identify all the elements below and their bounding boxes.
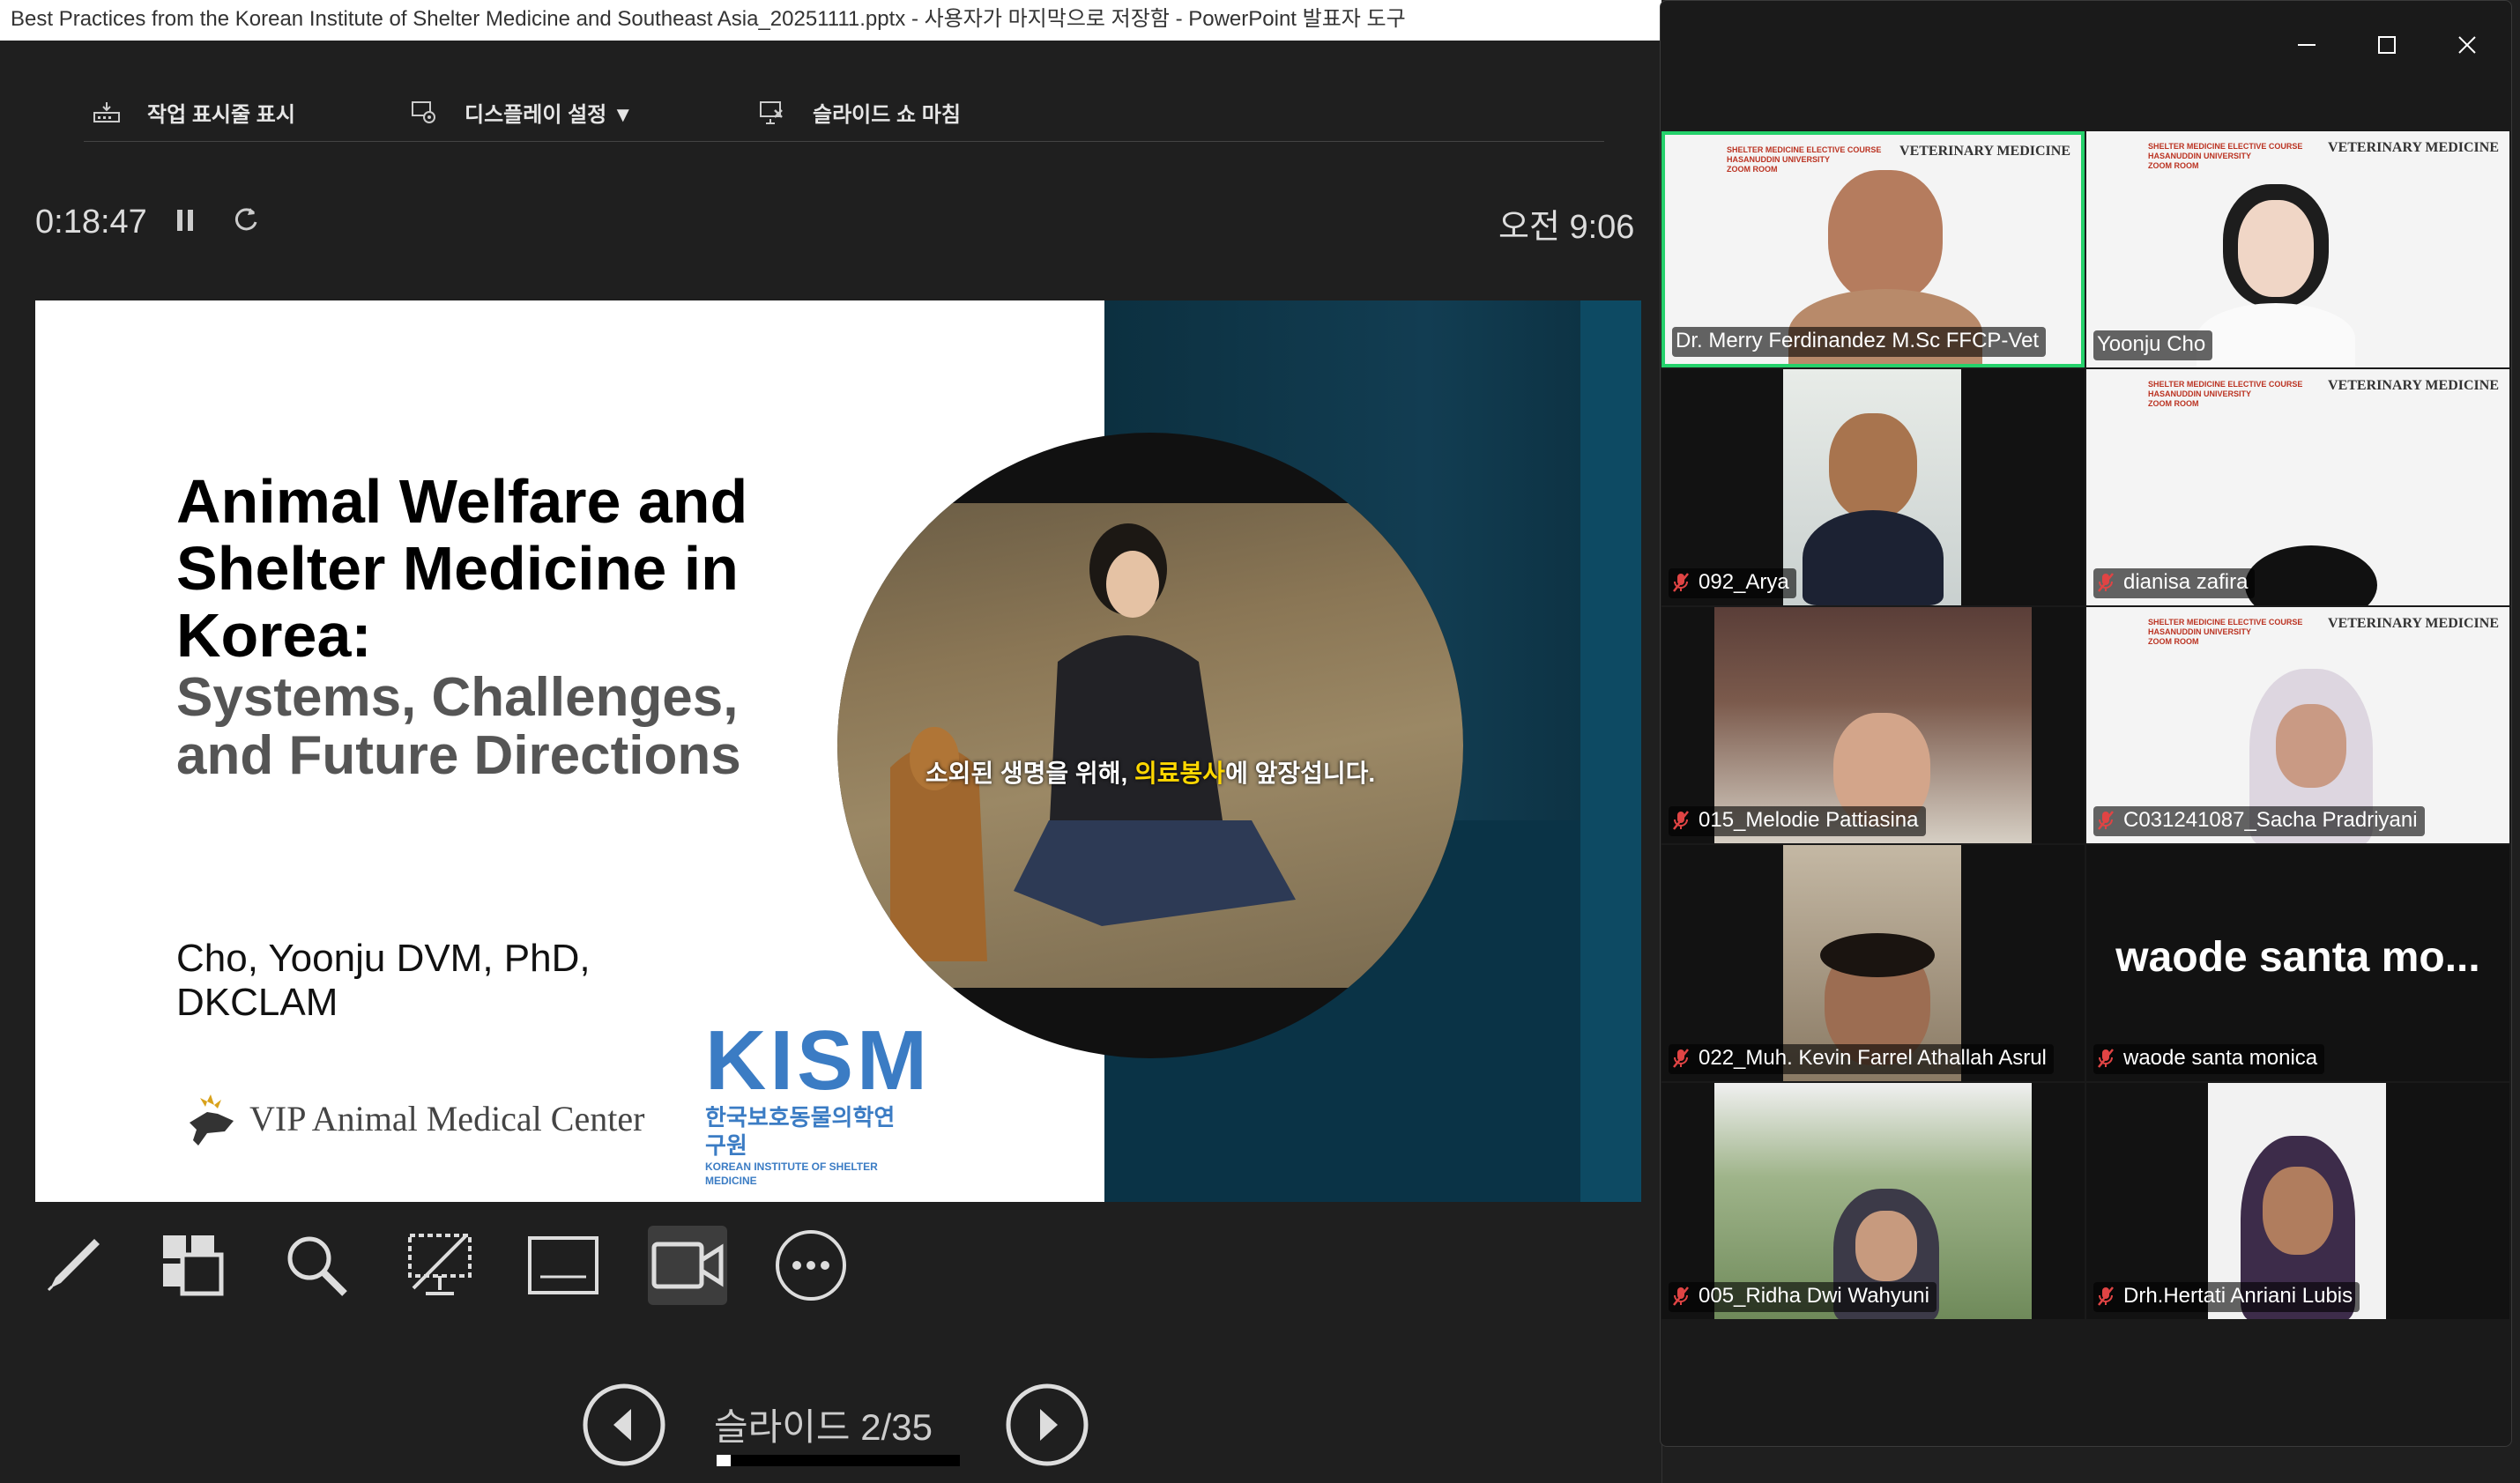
participant-tile[interactable]: SHELTER MEDICINE ELECTIVE COURSE HASANUD… [2086, 369, 2509, 605]
dog-logo-icon [190, 1094, 234, 1146]
muted-mic-icon [1673, 573, 1689, 592]
display-settings-label: 디스플레이 설정 ▼ [465, 102, 634, 127]
slide-counter[interactable]: 슬라이드 2/35 [714, 1398, 933, 1451]
zoom-background-label: SHELTER MEDICINE ELECTIVE COURSE HASANUD… [2148, 142, 2303, 170]
maximize-button[interactable] [2369, 27, 2405, 63]
zoom-background-label: SHELTER MEDICINE ELECTIVE COURSE HASANUD… [1727, 145, 1882, 174]
end-show-label: 슬라이드 쇼 마침 [813, 102, 961, 127]
pause-timer-icon[interactable] [175, 206, 197, 234]
next-slide-button[interactable] [1005, 1383, 1089, 1467]
participant-name: Dr. Merry Ferdinandez M.Sc FFCP-Vet [1672, 327, 2047, 357]
participant-tile[interactable]: 015_Melodie Pattiasina [1661, 607, 2085, 843]
taskbar-icon [93, 102, 120, 122]
slide-progress-bar [717, 1455, 960, 1466]
participant-name: dianisa zafira [2093, 568, 2256, 598]
show-taskbar-label: 작업 표시줄 표시 [147, 102, 295, 127]
elapsed-timer: 0:18:47 [35, 204, 147, 241]
muted-mic-icon [2098, 1049, 2114, 1068]
muted-mic-icon [1673, 1287, 1689, 1306]
participant-tile[interactable]: SHELTER MEDICINE ELECTIVE COURSE HASANUD… [2086, 131, 2509, 367]
participant-tile[interactable]: 092_Arya [1661, 369, 2085, 605]
participant-name: C031241087_Sacha Pradriyani [2093, 806, 2425, 836]
woman-with-dog-photo: 소외된 생명을 위해, 의료봉사에 앞장섭니다. [837, 503, 1463, 988]
end-show-button[interactable]: 슬라이드 쇼 마침 [758, 83, 961, 141]
restart-timer-icon[interactable] [231, 204, 261, 234]
slide-video-circle: 소외된 생명을 위해, 의료봉사에 앞장섭니다. [837, 433, 1463, 1058]
participant-tile[interactable]: SHELTER MEDICINE ELECTIVE COURSE HASANUD… [1661, 131, 2085, 367]
minimize-icon [2298, 44, 2316, 46]
kism-logo-mark: KISM [705, 1013, 931, 1108]
participant-tile[interactable]: SHELTER MEDICINE ELECTIVE COURSE HASANUD… [2086, 607, 2509, 843]
slide-subtitle: Systems, Challenges, and Future Directio… [176, 667, 741, 786]
participant-name: Drh.Hertati Anriani Lubis [2093, 1282, 2360, 1312]
participant-tile[interactable]: waode santa mo... waode santa monica [2086, 845, 2509, 1081]
zoom-gallery-window: SHELTER MEDICINE ELECTIVE COURSE HASANUD… [1660, 0, 2512, 1447]
black-screen-icon [408, 1234, 472, 1295]
show-taskbar-button[interactable]: 작업 표시줄 표시 [93, 83, 295, 141]
close-button[interactable] [2449, 27, 2485, 63]
muted-mic-icon [1673, 811, 1689, 830]
current-slide[interactable]: Animal Welfare and Shelter Medicine in K… [35, 300, 1641, 1202]
veterinary-medicine-logo: VETERINARY MEDICINE [2328, 378, 2499, 393]
black-screen-button[interactable] [400, 1226, 479, 1305]
display-settings-button[interactable]: 디스플레이 설정 ▼ [410, 83, 634, 141]
participant-name: Yoonju Cho [2093, 330, 2213, 360]
camera-button[interactable] [648, 1226, 727, 1305]
end-show-icon [760, 101, 783, 124]
minimize-button[interactable] [2289, 27, 2324, 63]
previous-slide-button[interactable] [582, 1383, 666, 1467]
participant-tile[interactable]: 005_Ridha Dwi Wahyuni [1661, 1083, 2085, 1319]
subtitles-button[interactable] [524, 1226, 603, 1305]
participant-name: waode santa monica [2093, 1044, 2325, 1074]
participant-display-name: waode santa mo... [2115, 934, 2480, 981]
participant-name: 005_Ridha Dwi Wahyuni [1669, 1282, 1936, 1312]
current-time: 오전 9:06 [1498, 209, 1635, 246]
close-icon [2458, 36, 2476, 54]
vip-logo-text: VIP Animal Medical Center [249, 1098, 645, 1138]
participant-tile[interactable]: 022_Muh. Kevin Farrel Athallah Asrul [1661, 845, 2085, 1081]
veterinary-medicine-logo: VETERINARY MEDICINE [2328, 140, 2499, 155]
kism-english-name: KOREAN INSTITUTE OF SHELTER MEDICINE [705, 1160, 878, 1187]
veterinary-medicine-logo: VETERINARY MEDICINE [2328, 616, 2499, 631]
more-options-icon [776, 1230, 846, 1301]
slides-grid-icon [163, 1235, 224, 1296]
participant-name: 015_Melodie Pattiasina [1669, 806, 1926, 836]
pen-icon [47, 1239, 100, 1292]
zoom-into-slide-button[interactable] [277, 1226, 356, 1305]
subtitles-icon [528, 1236, 598, 1294]
display-settings-icon [412, 101, 435, 123]
muted-mic-icon [1673, 1049, 1689, 1068]
slide-author: Cho, Yoonju DVM, PhD, DKCLAM [176, 937, 591, 1024]
participant-name: 022_Muh. Kevin Farrel Athallah Asrul [1669, 1044, 2054, 1074]
pen-tool-button[interactable] [33, 1226, 113, 1305]
window-title-bar: Best Practices from the Korean Institute… [0, 0, 1661, 41]
vip-animal-medical-center-logo: VIP Animal Medical Center [181, 1087, 644, 1149]
kism-logo: KISM 한국보호동물의학연구원 KOREAN INSTITUTE OF SHE… [705, 1013, 931, 1188]
video-caption: 소외된 생명을 위해, 의료봉사에 앞장섭니다. [925, 760, 1376, 787]
veterinary-medicine-logo: VETERINARY MEDICINE [1899, 144, 2070, 159]
presenter-toolbar: 작업 표시줄 표시 디스플레이 설정 ▼ 슬라이드 쇼 마침 [84, 83, 1604, 142]
maximize-icon [2378, 36, 2396, 54]
presenter-view: 작업 표시줄 표시 디스플레이 설정 ▼ 슬라이드 쇼 마침 0:18:47 오… [0, 41, 1662, 1483]
muted-mic-icon [2098, 811, 2114, 830]
muted-mic-icon [2098, 1287, 2114, 1306]
participant-name: 092_Arya [1669, 568, 1796, 598]
slide-title: Animal Welfare and Shelter Medicine in K… [176, 467, 748, 670]
zoom-background-label: SHELTER MEDICINE ELECTIVE COURSE HASANUD… [2148, 618, 2303, 646]
muted-mic-icon [2098, 573, 2114, 592]
slide-progress-fill [717, 1455, 731, 1466]
see-all-slides-button[interactable] [153, 1226, 233, 1305]
camera-icon [651, 1242, 724, 1289]
zoom-background-label: SHELTER MEDICINE ELECTIVE COURSE HASANUD… [2148, 380, 2303, 408]
participant-tile[interactable]: Drh.Hertati Anriani Lubis [2086, 1083, 2509, 1319]
magnifier-icon [287, 1236, 347, 1296]
more-options-button[interactable] [771, 1226, 851, 1305]
kism-korean-name: 한국보호동물의학연구원 [705, 1104, 896, 1159]
